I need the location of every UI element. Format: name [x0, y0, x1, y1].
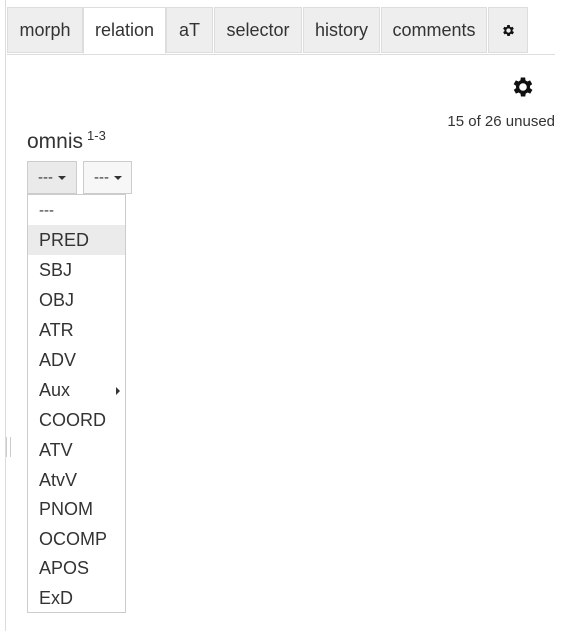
relation-menu: --- PRED SBJ OBJ ATR ADV Aux COORD ATV A… [27, 194, 126, 613]
left-pane-border [0, 0, 6, 631]
menu-item-pred[interactable]: PRED [28, 225, 125, 255]
tab-history[interactable]: history [303, 7, 380, 53]
menu-item-atr[interactable]: ATR [28, 315, 125, 345]
relation-dropdown[interactable]: --- [27, 161, 77, 194]
menu-item-coord[interactable]: COORD [28, 405, 125, 435]
menu-item-atvv[interactable]: AtvV [28, 465, 125, 495]
tab-label: relation [94, 20, 155, 40]
menu-item-label: ATV [39, 440, 73, 460]
menu-item-aux[interactable]: Aux [28, 375, 125, 405]
menu-item-none[interactable]: --- [28, 196, 125, 226]
tab-bar: morph relation aT selector history comme… [7, 7, 555, 55]
menu-item-pnom[interactable]: PNOM [28, 494, 125, 524]
menu-item-label: PNOM [39, 499, 93, 519]
tab-label: selector [226, 19, 290, 40]
tab-label: history [314, 19, 368, 40]
tab-selector[interactable]: selector [214, 7, 302, 53]
tab-relation[interactable]: relation [83, 7, 166, 54]
menu-item-label: ExD [39, 588, 74, 608]
tab-comments[interactable]: comments [381, 7, 487, 53]
word-ref: 1-3 [87, 128, 106, 143]
aux-dropdown-value: --- [94, 169, 109, 186]
resize-handle[interactable] [6, 437, 11, 457]
menu-item-label: APOS [39, 558, 90, 578]
gear-icon[interactable] [510, 74, 536, 100]
aux-dropdown[interactable]: --- [83, 161, 132, 194]
menu-item-label: AtvV [39, 470, 78, 490]
word-label: omnis 1-3 [27, 128, 106, 154]
menu-item-apos[interactable]: APOS [28, 553, 125, 583]
menu-item-ocomp[interactable]: OCOMP [28, 524, 125, 554]
menu-item-label: --- [39, 202, 54, 219]
gear-icon [501, 23, 516, 38]
tab-label: aT [178, 19, 200, 40]
menu-item-label: ATR [39, 320, 74, 340]
menu-item-label: COORD [39, 410, 106, 430]
menu-item-atv[interactable]: ATV [28, 435, 125, 465]
tab-label: comments [392, 19, 476, 40]
tab-morph[interactable]: morph [7, 7, 83, 53]
relation-dropdown-value: --- [38, 169, 53, 186]
menu-item-label: SBJ [39, 260, 73, 280]
menu-item-adv[interactable]: ADV [28, 345, 125, 375]
menu-item-label: OCOMP [39, 529, 108, 549]
tab-label: morph [19, 19, 71, 40]
caret-right-icon [116, 387, 120, 395]
word-form: omnis [27, 130, 84, 153]
menu-item-label: PRED [39, 230, 90, 250]
menu-item-exd[interactable]: ExD [28, 583, 125, 613]
menu-item-label: Aux [39, 380, 71, 400]
menu-item-label: OBJ [39, 290, 75, 310]
caret-down-icon [114, 175, 122, 180]
tab-settings[interactable] [488, 7, 528, 53]
menu-item-sbj[interactable]: SBJ [28, 255, 125, 285]
tab-at[interactable]: aT [166, 7, 213, 53]
caret-down-icon [58, 175, 66, 180]
menu-item-label: ADV [39, 350, 77, 370]
menu-item-obj[interactable]: OBJ [28, 285, 125, 315]
unused-count: 15 of 26 unused [447, 113, 555, 130]
